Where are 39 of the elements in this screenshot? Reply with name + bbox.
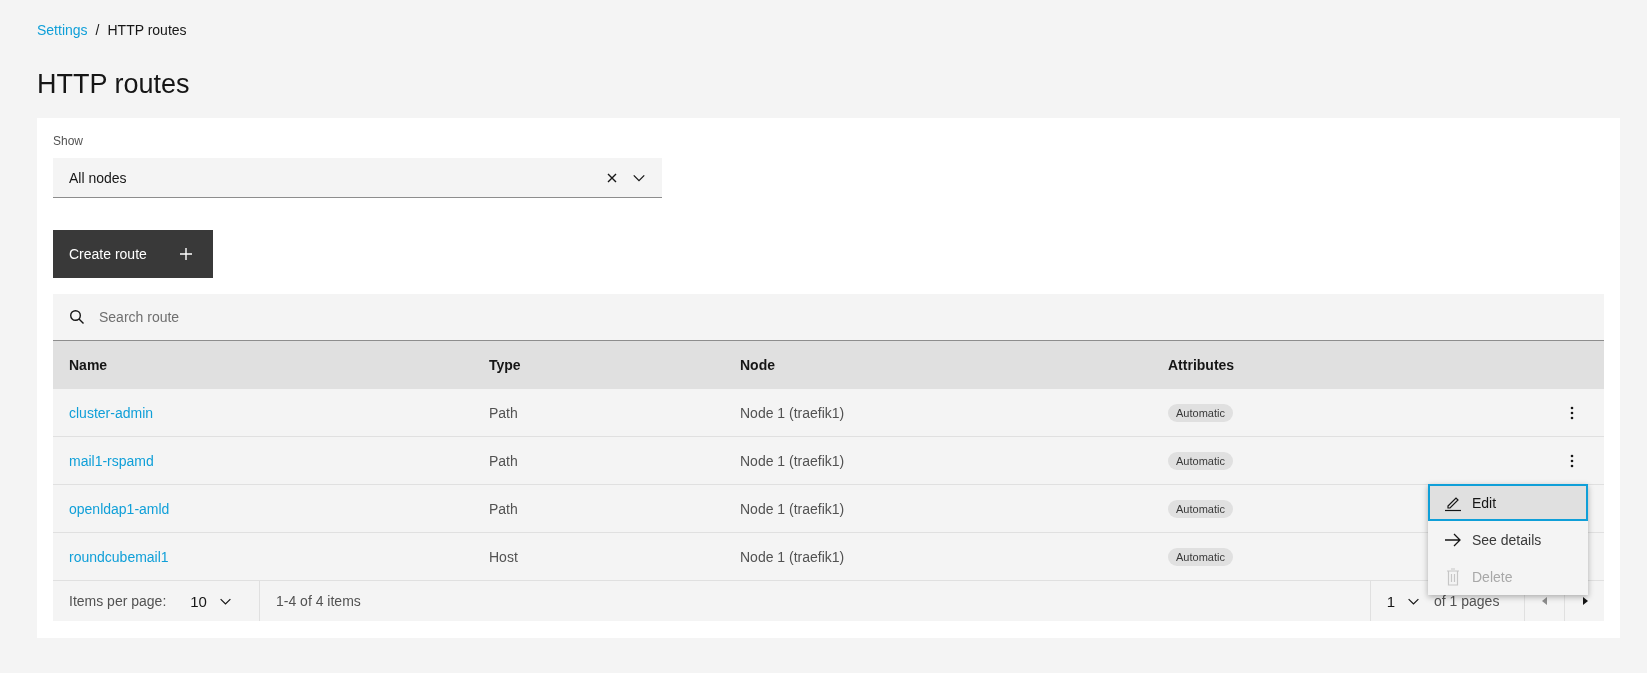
items-per-page-label: Items per page: xyxy=(69,593,167,609)
page-title: HTTP routes xyxy=(37,68,191,101)
table-cell: Node 1 (traefik1) xyxy=(740,452,845,469)
breadcrumb-separator: / xyxy=(95,22,100,38)
search-field[interactable]: Search route xyxy=(53,294,1604,341)
page-select[interactable]: 1 xyxy=(1386,592,1420,610)
arrow-right-icon xyxy=(1444,532,1462,547)
field-label: Show xyxy=(53,134,85,150)
plus-icon xyxy=(179,247,193,261)
column-header: Type xyxy=(473,341,724,389)
table-cell: Node 1 (traefik1) xyxy=(740,404,845,421)
column-header: Node xyxy=(724,341,1152,389)
column-header: Attributes xyxy=(1152,341,1556,389)
table-cell: Node 1 (traefik1) xyxy=(740,548,845,565)
item-range-text: 1-4 of 4 items xyxy=(275,593,362,609)
caret-left-icon xyxy=(1541,597,1548,605)
kebab-icon xyxy=(1570,453,1574,468)
page-count-text: of 1 pages xyxy=(1434,593,1501,609)
column-header: Name xyxy=(53,341,473,389)
menu-item[interactable]: See details xyxy=(1428,521,1588,558)
table-cell: Host xyxy=(489,548,518,565)
table-cell: Node 1 (traefik1) xyxy=(740,500,845,517)
node-dropdown[interactable]: All nodes xyxy=(53,158,662,198)
search-icon xyxy=(69,309,85,325)
table-cell: Path xyxy=(489,404,518,421)
kebab-icon xyxy=(1570,405,1574,420)
attribute-tag: Automatic xyxy=(1168,403,1233,422)
items-per-page-select[interactable]: 10 xyxy=(190,592,232,610)
table-cell: Path xyxy=(489,452,518,469)
attribute-tag: Automatic xyxy=(1168,547,1233,566)
clear-icon xyxy=(606,171,618,184)
table-cell: Path xyxy=(489,500,518,517)
breadcrumb-current: HTTP routes xyxy=(107,22,187,38)
caret-right-icon xyxy=(1581,597,1588,605)
create-route-button[interactable]: Create route xyxy=(53,230,213,278)
attribute-tag: Automatic xyxy=(1168,499,1233,518)
menu-item[interactable]: Edit xyxy=(1428,484,1588,521)
trash-icon xyxy=(1446,567,1460,586)
attribute-tag: Automatic xyxy=(1168,451,1233,470)
